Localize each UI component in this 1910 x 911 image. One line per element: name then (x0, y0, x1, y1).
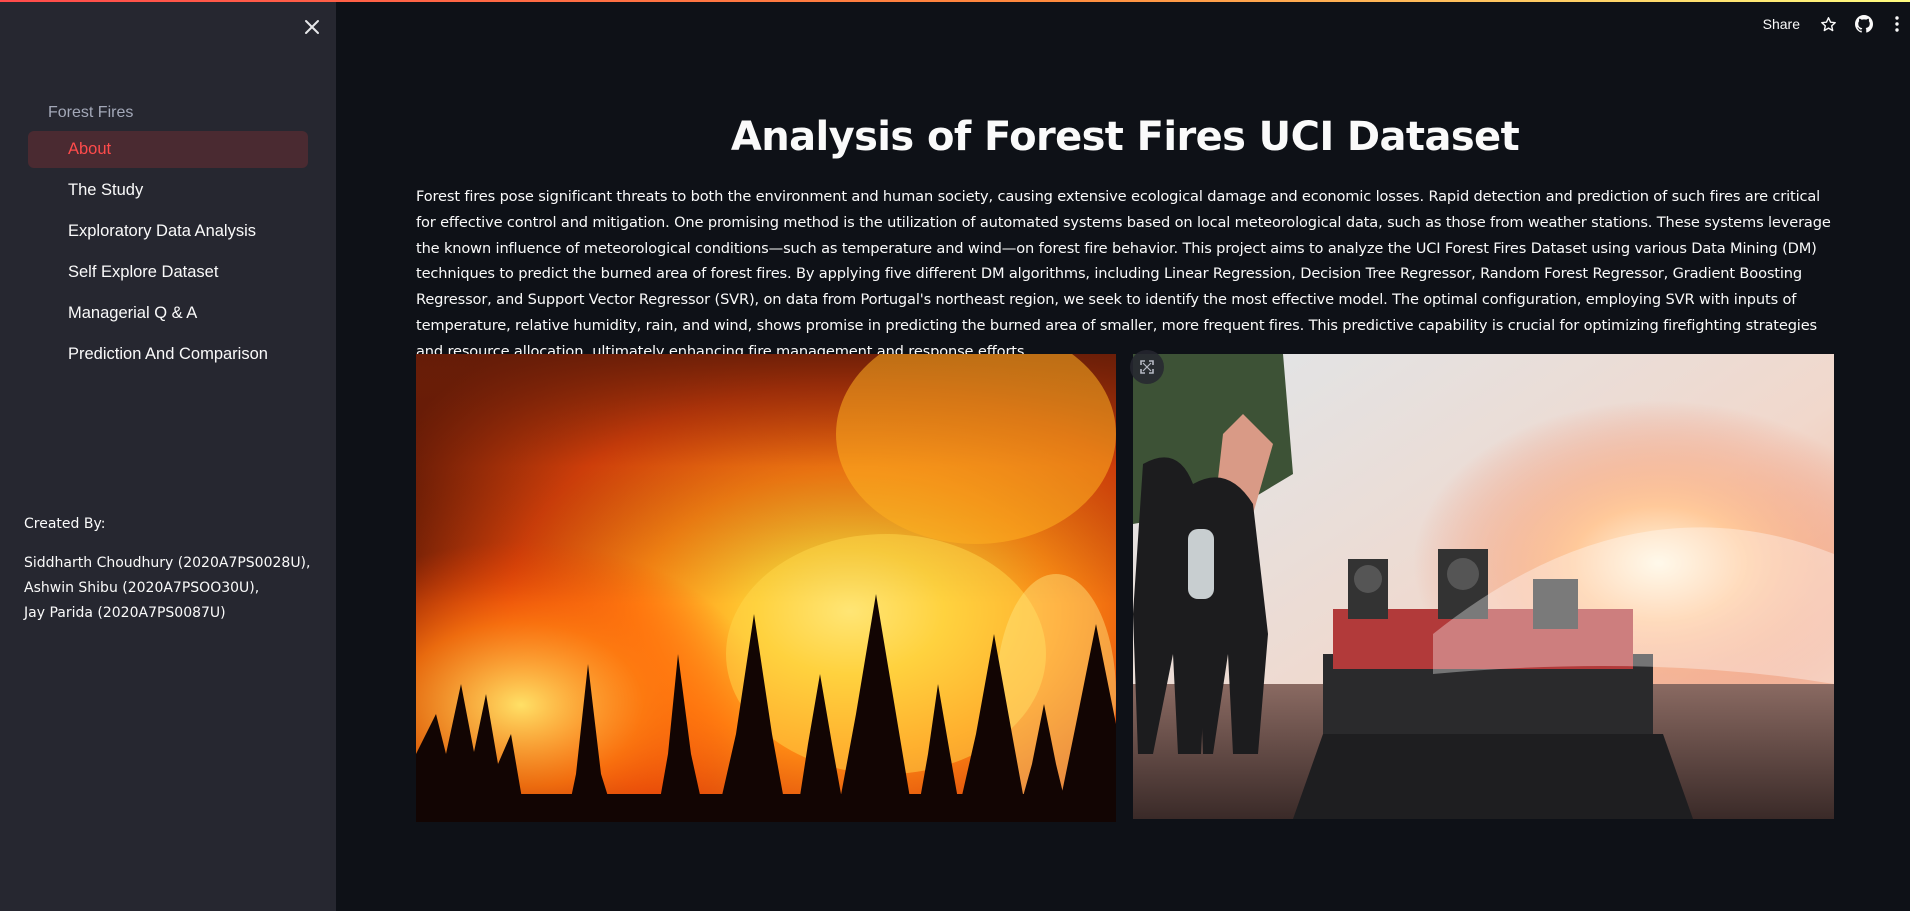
sidebar-item-the-study[interactable]: The Study (28, 172, 308, 209)
close-icon[interactable] (300, 14, 324, 38)
nav-section-title: Forest Fires (48, 104, 134, 121)
sidebar-item-prediction-comparison[interactable]: Prediction And Comparison (28, 336, 308, 373)
author-name: Jay Parida (2020A7PS0087U) (24, 605, 226, 621)
top-decoration-bar (0, 0, 1910, 2)
page-title: Analysis of Forest Fires UCI Dataset (730, 114, 1520, 160)
sidebar-item-self-explore-dataset[interactable]: Self Explore Dataset (28, 254, 308, 291)
author-name: Ashwin Shibu (2020A7PSOO30U), (24, 580, 260, 596)
created-by-label: Created By: (24, 516, 106, 532)
fullscreen-icon[interactable] (1130, 350, 1164, 384)
header-actions: Share (1763, 12, 1910, 36)
more-vertical-icon[interactable] (1890, 14, 1904, 34)
sidebar-item-exploratory-data-analysis[interactable]: Exploratory Data Analysis (28, 213, 308, 250)
author-list: Siddharth Choudhury (2020A7PS0028U), Ash… (24, 551, 324, 626)
github-icon[interactable] (1854, 14, 1874, 34)
author-name: Siddharth Choudhury (2020A7PS0028U), (24, 555, 311, 571)
credits: Created By: Siddharth Choudhury (2020A7P… (24, 516, 324, 626)
firefighters-robot-photo (1133, 354, 1834, 819)
sidebar: Forest Fires About The Study Exploratory… (0, 0, 336, 911)
intro-paragraph: Forest fires pose significant threats to… (416, 188, 1831, 360)
forest-fire-photo (416, 354, 1116, 822)
sidebar-item-about[interactable]: About (28, 131, 308, 168)
sidebar-nav: About The Study Exploratory Data Analysi… (28, 131, 308, 377)
share-button[interactable]: Share (1763, 16, 1800, 32)
sidebar-item-managerial-qa[interactable]: Managerial Q & A (28, 295, 308, 332)
star-icon[interactable] (1818, 14, 1838, 34)
